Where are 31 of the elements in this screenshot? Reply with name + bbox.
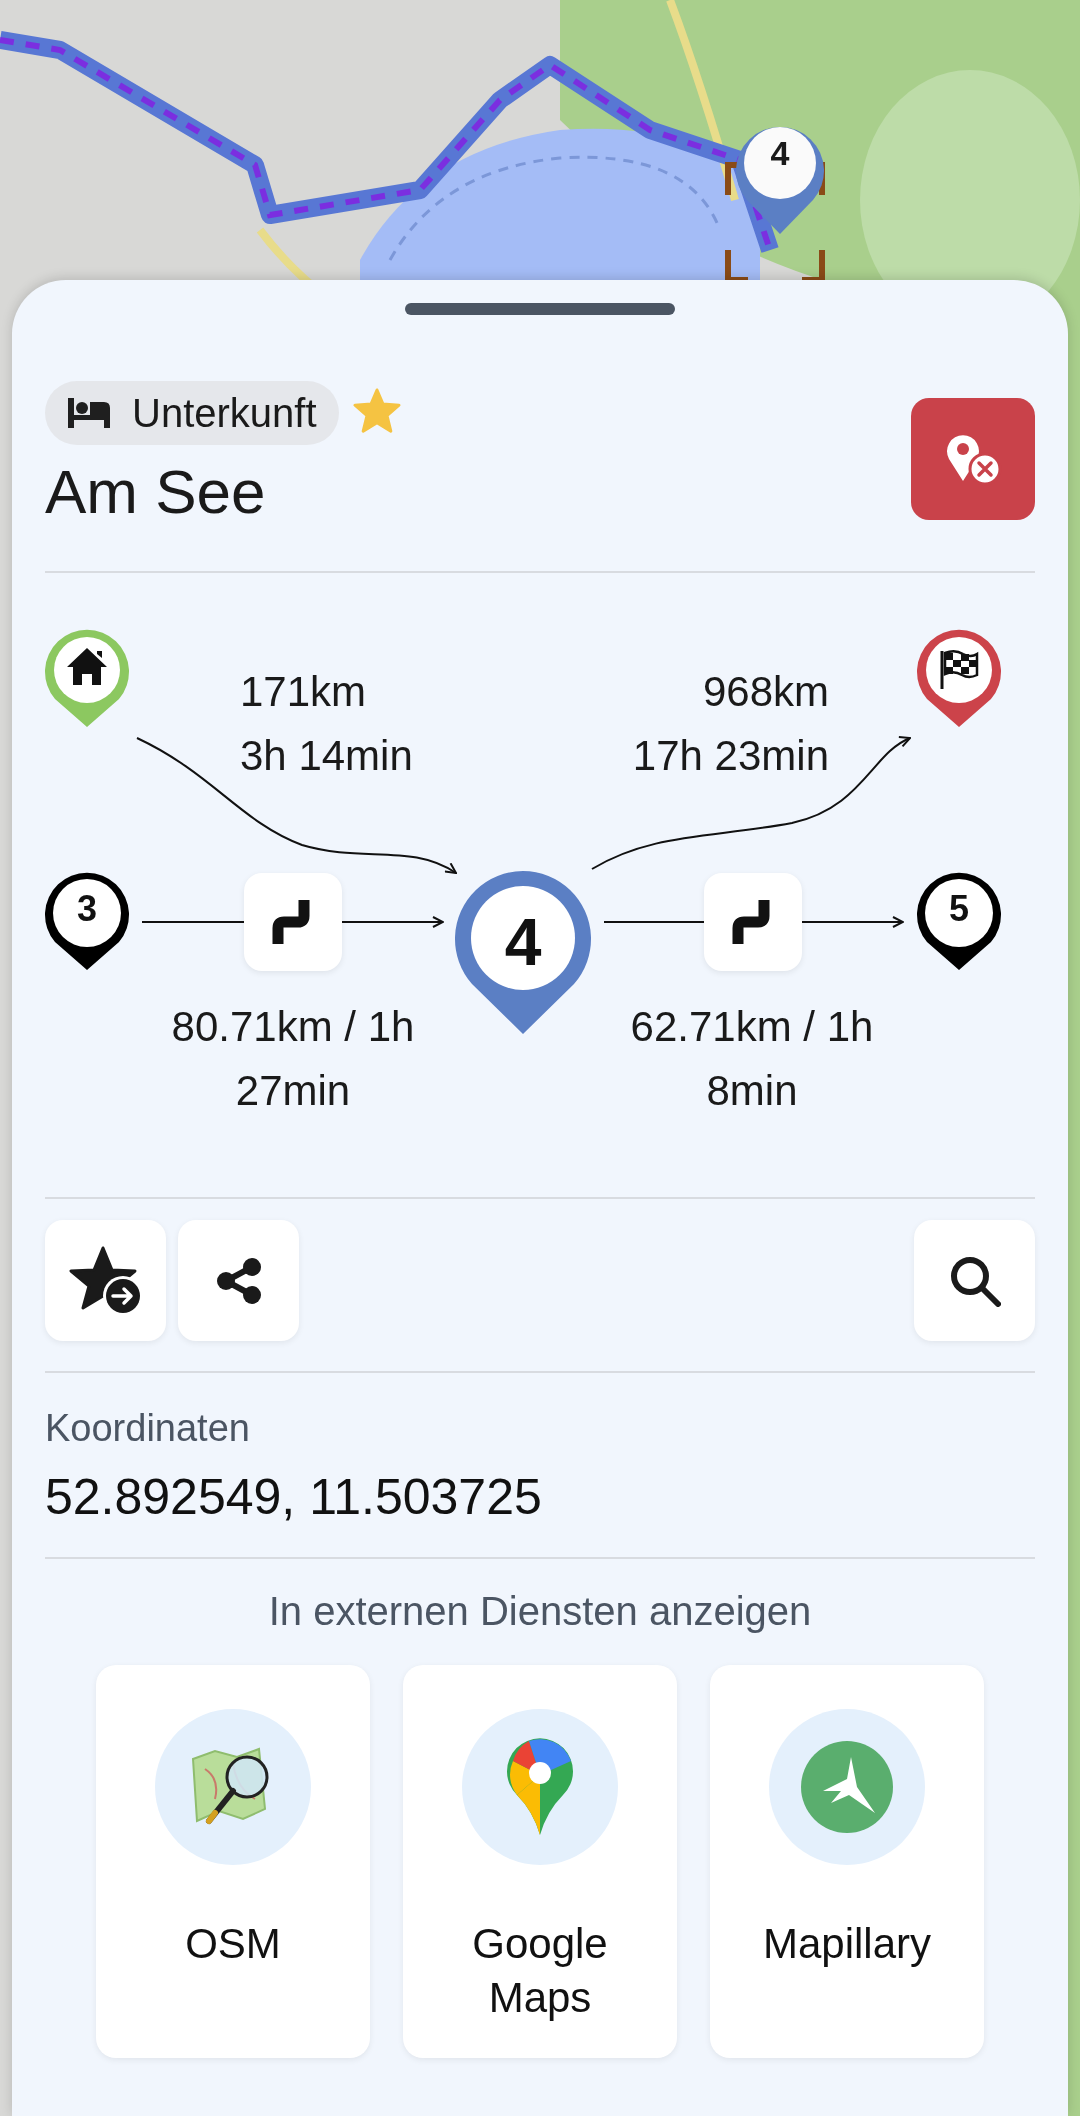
route-step-button[interactable] — [244, 873, 342, 971]
service-card[interactable]: OSM — [96, 1665, 370, 2058]
coordinates-value: 52.892549, 11.503725 — [45, 1468, 543, 1527]
search-button[interactable] — [914, 1220, 1035, 1341]
remove-waypoint-button[interactable] — [911, 398, 1035, 520]
bed-icon — [68, 398, 110, 428]
finish-pin-icon — [915, 627, 1003, 729]
distance-text: 968km — [702, 667, 829, 717]
current-waypoint-marker: 4 — [454, 870, 592, 1036]
waypoint-marker[interactable]: 5 — [915, 870, 1003, 972]
drag-handle[interactable] — [405, 303, 675, 315]
start-pin-icon — [43, 627, 131, 729]
duration-text: 3h 14min — [240, 731, 413, 781]
map-pin-icon — [505, 1737, 575, 1837]
section-title: In externen Diensten anzeigen — [267, 1588, 813, 1635]
coordinates-label: Koordinaten — [45, 1406, 251, 1451]
waypoint-marker[interactable]: 3 — [43, 870, 131, 972]
mapillary-icon — [801, 1741, 893, 1833]
share-icon — [215, 1256, 262, 1305]
share-button[interactable] — [178, 1220, 299, 1341]
distance-text: 171km — [240, 667, 367, 717]
category-label: Unterkunft — [132, 390, 317, 436]
search-icon — [948, 1254, 1001, 1307]
service-card[interactable]: Google Maps — [403, 1665, 677, 2058]
leg-summary: 62.71km / 1h 8min — [629, 1002, 875, 1116]
favorite-button[interactable] — [45, 1220, 166, 1341]
place-title: Am See — [45, 457, 267, 527]
service-card[interactable]: Mapillary — [710, 1665, 984, 2058]
duration-text: 17h 23min — [632, 731, 829, 781]
route-step-button[interactable] — [704, 873, 802, 971]
leg-summary: 80.71km / 1h 27min — [170, 1002, 416, 1116]
